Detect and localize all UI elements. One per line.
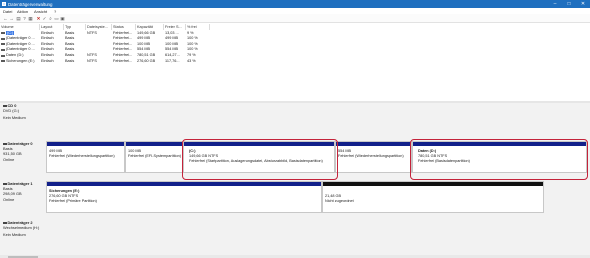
disk-icon xyxy=(3,221,7,224)
filesystem-cell: NTFS xyxy=(87,58,97,63)
volume-icon xyxy=(1,49,5,52)
window-title: Datenträgerverwaltung xyxy=(8,1,53,7)
volume-icon xyxy=(1,60,5,63)
partition-bar xyxy=(336,142,411,146)
col-kapazitaet[interactable]: Kapazität xyxy=(136,24,164,30)
partition-desc: Fehlerfrei (EFI-Systempartition) xyxy=(128,154,181,159)
disk-status: Kein Medium xyxy=(3,232,26,238)
typ-cell: Basis xyxy=(65,58,75,63)
disk-1-label[interactable]: Datenträger 1 Basis 298,09 GB Online xyxy=(3,181,44,202)
disk-cd0-label[interactable]: CD 0 DVD (G:) Kein Medium xyxy=(3,103,44,121)
partition-bar xyxy=(126,142,182,146)
partition-recovery-1[interactable]: 499 MB Fehlerfrei (Wiederherstellungspar… xyxy=(46,141,125,173)
forward-icon[interactable]: → xyxy=(9,16,14,21)
table-row[interactable]: Sicherungen (E:) Einfach Basis NTFS Fehl… xyxy=(0,59,210,65)
volume-table: Volume Layout Typ Dateisyste... Status K… xyxy=(0,24,590,102)
disk-status: Online xyxy=(3,196,15,202)
volume-icon xyxy=(1,37,5,40)
percent-free-cell: 43 % xyxy=(187,58,196,63)
disk-status: Kein Medium xyxy=(3,115,26,121)
disk-map: CD 0 DVD (G:) Kein Medium Datenträger 0 … xyxy=(0,103,590,258)
close-icon[interactable]: ✕ xyxy=(576,0,590,8)
unallocated-space[interactable]: 21,48 GB Nicht zugeordnet xyxy=(322,181,544,213)
disk-icon xyxy=(3,182,7,185)
volume-icon xyxy=(1,32,5,35)
delete-icon[interactable]: ✕ xyxy=(36,16,41,21)
partition-desc: Fehlerfrei (Wiederherstellungspartition) xyxy=(338,154,404,159)
disk-type: Wechselmedium (H:) xyxy=(3,225,40,231)
check-icon[interactable]: ✓ xyxy=(42,16,47,21)
title-bar: Datenträgerverwaltung – □ ✕ xyxy=(0,0,590,8)
partition-efi[interactable]: 100 MB Fehlerfrei (EFI-Systempartition) xyxy=(125,141,183,173)
maximize-icon[interactable]: □ xyxy=(562,0,576,8)
toolbar: ← → ▤ ? ▦ ✕ ✓ ⌕ ▭ ▣ xyxy=(0,14,590,23)
disk-drive: DVD (G:) xyxy=(3,108,19,114)
partition-recovery-2[interactable]: 554 MB Fehlerfrei (Wiederherstellungspar… xyxy=(335,141,412,173)
col-dateisystem[interactable]: Dateisyste... xyxy=(86,24,112,30)
free-space-cell: 117,76... xyxy=(165,58,180,63)
col-prozent-frei[interactable]: % frei xyxy=(186,24,210,30)
col-freier-speicher[interactable]: Freier S... xyxy=(164,24,186,30)
refresh-icon[interactable]: ▦ xyxy=(28,16,33,21)
volume-icon xyxy=(1,54,5,57)
cd-drive-icon xyxy=(3,104,7,107)
disk-0-label[interactable]: Datenträger 0 Basis 931,50 GB Online xyxy=(3,141,44,162)
app-icon xyxy=(2,1,6,6)
col-layout[interactable]: Layout xyxy=(40,24,64,30)
folder-icon[interactable]: ▭ xyxy=(54,16,59,21)
partition-desc: Fehlerfrei (Primäre Partition) xyxy=(49,199,97,204)
partition-bar xyxy=(47,142,124,146)
col-typ[interactable]: Typ xyxy=(64,24,86,30)
layout-cell: Einfach xyxy=(41,58,54,63)
col-volume[interactable]: Volume xyxy=(0,24,40,30)
partition-desc: Nicht zugeordnet xyxy=(325,199,354,204)
minimize-icon[interactable]: – xyxy=(548,0,562,8)
highlight-box-d xyxy=(410,139,588,180)
col-status[interactable]: Status xyxy=(112,24,136,30)
volume-name: (C:) xyxy=(6,30,15,35)
help-icon[interactable]: ? xyxy=(22,16,27,21)
unallocated-bar xyxy=(323,182,543,186)
disk-icon xyxy=(3,142,7,145)
view-icon[interactable]: ▣ xyxy=(60,16,65,21)
search-icon[interactable]: ⌕ xyxy=(48,16,53,21)
disk-2-label[interactable]: Datenträger 2 Wechselmedium (H:) Kein Me… xyxy=(3,220,44,238)
highlight-box-c xyxy=(182,139,338,180)
partition-desc: Fehlerfrei (Wiederherstellungspartition) xyxy=(49,154,115,159)
back-icon[interactable]: ← xyxy=(3,16,8,21)
volume-icon xyxy=(1,43,5,46)
partition-bar xyxy=(47,182,321,186)
status-cell: Fehlerfrei... xyxy=(113,58,133,63)
capacity-cell: 276,60 GB xyxy=(137,58,156,63)
properties-icon[interactable]: ▤ xyxy=(16,16,21,21)
disk-status: Online xyxy=(3,156,15,162)
partition-e[interactable]: Sicherungen (E:) 276,60 GB NTFS Fehlerfr… xyxy=(46,181,322,213)
volume-name: Sicherungen (E:) xyxy=(6,58,35,63)
scrollbar-thumb[interactable] xyxy=(8,255,38,258)
